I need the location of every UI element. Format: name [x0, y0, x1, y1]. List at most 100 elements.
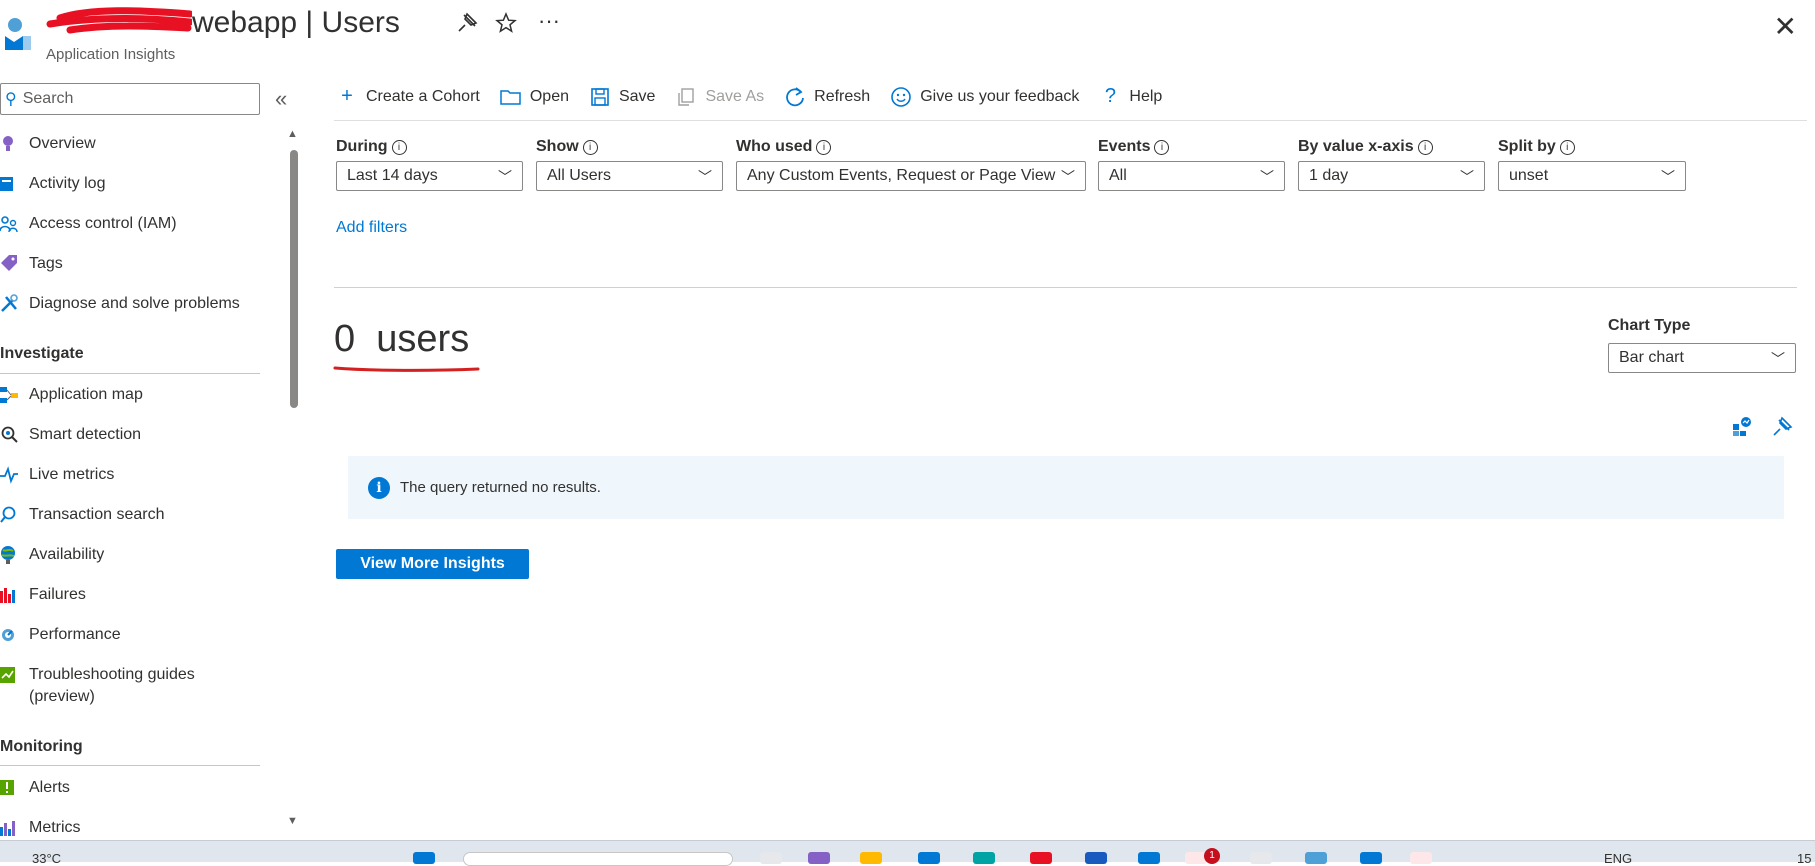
- split-by-dropdown[interactable]: unset ﹀: [1498, 161, 1686, 191]
- sidebar-item-troubleshooting-guides[interactable]: Troubleshooting guides (preview): [0, 664, 195, 708]
- sidebar-item-label: Diagnose and solve problems: [29, 295, 240, 312]
- show-label: Show i: [536, 138, 598, 156]
- chevron-down-icon: ﹀: [1260, 169, 1274, 185]
- page-title: webapp | Users: [40, 6, 400, 40]
- taskbar: [0, 840, 1815, 862]
- who-used-dropdown[interactable]: Any Custom Events, Request or Page View ﹀: [736, 161, 1086, 191]
- chevron-down-icon: ﹀: [1460, 169, 1474, 185]
- edge-icon[interactable]: [973, 852, 995, 864]
- sidebar-item-smart-detection[interactable]: Smart detection: [0, 420, 141, 450]
- collapse-sidebar-button[interactable]: «: [275, 86, 287, 112]
- sidebar-item-live-metrics[interactable]: Live metrics: [0, 460, 114, 490]
- scroll-down-arrow-icon[interactable]: ▼: [287, 815, 298, 827]
- weather-temperature[interactable]: 33°C: [32, 851, 61, 866]
- start-menu-icon[interactable]: [413, 852, 435, 864]
- info-icon[interactable]: i: [1154, 140, 1170, 155]
- app-icon[interactable]: [1410, 852, 1432, 864]
- scroll-up-arrow-icon[interactable]: ▲: [287, 128, 298, 140]
- pin-icon[interactable]: [456, 12, 478, 40]
- pin-icon[interactable]: [1770, 416, 1794, 440]
- sidebar-item-label: Activity log: [29, 175, 106, 192]
- create-cohort-button[interactable]: + Create a Cohort: [336, 85, 480, 108]
- chart-type-dropdown[interactable]: Bar chart ﹀: [1608, 343, 1796, 373]
- sidebar-item-metrics[interactable]: Metrics: [0, 813, 81, 843]
- by-value-dropdown[interactable]: 1 day ﹀: [1298, 161, 1485, 191]
- info-icon[interactable]: i: [1417, 140, 1433, 155]
- during-dropdown[interactable]: Last 14 days ﹀: [336, 161, 523, 191]
- guide-icon: [0, 667, 15, 683]
- sidebar-item-performance[interactable]: Performance: [0, 620, 121, 650]
- user-count: 0 users: [334, 318, 469, 361]
- live-metrics-icon: [0, 466, 18, 484]
- chart-type-label: Chart Type: [1608, 317, 1691, 334]
- no-results-message: i The query returned no results.: [348, 456, 1784, 519]
- globe-icon: [1, 546, 15, 564]
- outlook-icon[interactable]: [1138, 852, 1160, 864]
- sidebar-item-failures[interactable]: Failures: [0, 580, 86, 610]
- star-icon[interactable]: [495, 12, 517, 40]
- sidebar-item-transaction-search[interactable]: Transaction search: [0, 500, 164, 530]
- workbook-icon[interactable]: [1730, 416, 1754, 440]
- sidebar-item-activity-log[interactable]: Activity log: [0, 169, 105, 199]
- view-more-insights-button[interactable]: View More Insights: [336, 549, 529, 579]
- info-icon[interactable]: i: [582, 140, 598, 155]
- events-dropdown[interactable]: All ﹀: [1098, 161, 1285, 191]
- app-icon[interactable]: [1305, 852, 1327, 864]
- smiley-icon: [891, 86, 911, 107]
- during-label: During i: [336, 138, 407, 156]
- chevron-down-icon: ﹀: [698, 169, 712, 185]
- info-icon[interactable]: i: [391, 140, 407, 155]
- section-heading-investigate: Investigate: [0, 345, 84, 362]
- refresh-button[interactable]: Refresh: [784, 86, 870, 108]
- sidebar-item-availability[interactable]: Availability: [0, 540, 104, 570]
- by-value-label: By value x-axis i: [1298, 138, 1433, 156]
- chevron-down-icon: ﹀: [1661, 169, 1675, 185]
- sidebar-search-input[interactable]: ⚲ Search: [0, 83, 260, 115]
- more-options-button[interactable]: ···: [538, 8, 560, 34]
- save-button[interactable]: Save: [589, 87, 655, 107]
- save-as-button[interactable]: Save As: [675, 87, 764, 107]
- tag-icon: [1, 255, 17, 271]
- feedback-button[interactable]: Give us your feedback: [890, 86, 1079, 108]
- add-filters-link[interactable]: Add filters: [336, 219, 407, 237]
- sidebar-item-diagnose[interactable]: Diagnose and solve problems: [0, 289, 240, 319]
- sidebar-item-alerts[interactable]: Alerts: [0, 773, 70, 803]
- chevron-down-icon: ﹀: [498, 169, 512, 185]
- sidebar-item-label: Overview: [29, 135, 96, 152]
- word-icon[interactable]: [1085, 852, 1107, 864]
- chrome-icon[interactable]: [1030, 852, 1052, 864]
- info-icon[interactable]: i: [816, 140, 832, 155]
- divider: [334, 120, 1807, 121]
- input-language[interactable]: ENG: [1604, 851, 1632, 866]
- close-button[interactable]: ✕: [1774, 10, 1797, 43]
- page-subtitle: Application Insights: [46, 46, 176, 63]
- divider: [334, 287, 1797, 288]
- show-dropdown[interactable]: All Users ﹀: [536, 161, 723, 191]
- search-placeholder: Search: [22, 90, 74, 107]
- activity-log-icon: [0, 177, 13, 191]
- taskbar-search-box[interactable]: [463, 852, 733, 866]
- sidebar-item-overview[interactable]: Overview: [0, 129, 96, 159]
- scrollbar-thumb[interactable]: [290, 150, 298, 408]
- teams-icon[interactable]: [808, 852, 830, 864]
- search-icon: ⚲: [5, 91, 17, 108]
- redacted-resource-name: [40, 6, 192, 36]
- app-icon[interactable]: [1360, 852, 1382, 864]
- copy-icon: [678, 87, 695, 106]
- sidebar-item-application-map[interactable]: Application map: [0, 380, 143, 410]
- open-button[interactable]: Open: [500, 88, 569, 106]
- store-icon[interactable]: [918, 852, 940, 864]
- info-icon[interactable]: i: [1559, 140, 1575, 155]
- clock[interactable]: 15: [1797, 851, 1811, 866]
- task-view-icon[interactable]: [760, 852, 782, 864]
- file-explorer-icon[interactable]: [860, 852, 882, 864]
- iam-icon: [0, 216, 18, 233]
- app-icon[interactable]: [1250, 852, 1272, 864]
- sidebar-item-label: Application map: [29, 386, 143, 403]
- sidebar-item-label: Tags: [29, 255, 63, 272]
- sidebar-item-tags[interactable]: Tags: [0, 249, 63, 279]
- sidebar-item-access-control[interactable]: Access control (IAM): [0, 209, 177, 239]
- help-button[interactable]: ? Help: [1099, 85, 1162, 108]
- command-bar: + Create a Cohort Open Save Save As Refr…: [336, 85, 1162, 108]
- sidebar-item-label: Performance: [29, 626, 121, 643]
